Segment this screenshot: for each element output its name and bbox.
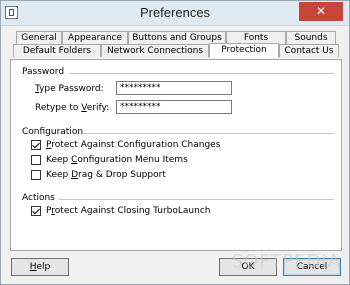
type-password-field[interactable]: ********* [116,81,232,95]
tab-appearance[interactable]: Appearance [62,31,128,44]
protect-configuration-checkbox[interactable]: Protect Against Configuration Changes [31,139,220,151]
checkbox-box[interactable] [31,206,41,216]
checkbox-label: Protect Against Configuration Changes [46,140,221,150]
tab-contact-us[interactable]: Contact Us [279,44,339,57]
protection-panel: Password Type Password: ********* Retype… [10,59,342,251]
checkbox-label: Protect Against Closing TurboLaunch [46,206,211,216]
tab-general[interactable]: General [16,31,62,44]
checkbox-box[interactable] [31,140,41,150]
checkbox-label: Keep Drag & Drop Support [46,170,166,180]
password-section-title: Password [22,67,65,77]
tab-network-connections[interactable]: Network Connections [101,44,209,57]
actions-divider [59,199,334,200]
title-bar[interactable]: Preferences ✕ [1,1,349,26]
checkbox-box[interactable] [31,155,41,165]
help-button[interactable]: Help [11,258,69,276]
tab-default-folders[interactable]: Default Folders [13,44,101,57]
softpedia-watermark: SOFTPEDIA [231,251,341,272]
checkbox-label: Keep Configuration Menu Items [46,155,188,165]
checkbox-box[interactable] [31,170,41,180]
keep-menu-items-checkbox[interactable]: Keep Configuration Menu Items [31,154,188,166]
password-divider [69,73,334,74]
window-title: Preferences [139,5,211,20]
tab-sounds[interactable]: Sounds [286,31,336,44]
tab-strip: General Appearance Buttons and Groups Fo… [13,31,339,59]
close-button[interactable]: ✕ [299,2,343,21]
keep-drag-drop-checkbox[interactable]: Keep Drag & Drop Support [31,169,166,181]
configuration-divider [83,133,334,134]
tab-protection[interactable]: Protection [209,43,279,58]
configuration-section-title: Configuration [22,127,84,137]
type-password-label: Type Password: [35,84,104,94]
protect-closing-checkbox[interactable]: Protect Against Closing TurboLaunch [31,205,210,217]
actions-section-title: Actions [22,193,55,203]
retype-password-label: Retype to Verify: [35,103,110,113]
preferences-window: Preferences ✕ General Appearance Buttons… [0,0,350,285]
retype-password-field[interactable]: ********* [116,100,232,114]
